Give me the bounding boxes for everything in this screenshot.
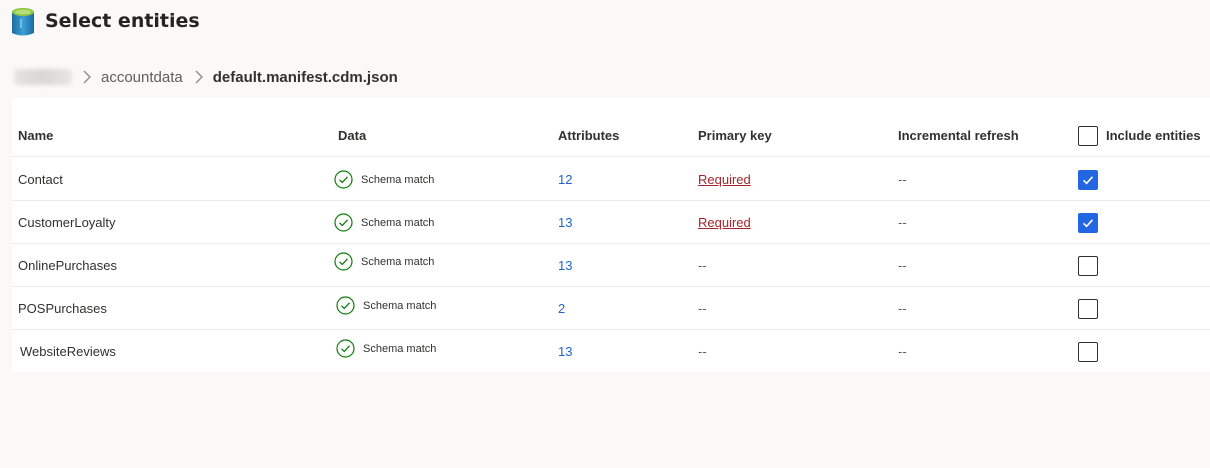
check-circle-icon: [334, 252, 353, 271]
chevron-right-icon: [194, 70, 204, 84]
entity-name: Contact: [18, 172, 63, 187]
include-entity-checkbox[interactable]: [1078, 255, 1098, 276]
include-entity-cell: [1078, 330, 1098, 373]
include-entity-cell: [1078, 201, 1098, 244]
column-header-attributes[interactable]: Attributes: [558, 114, 619, 157]
entity-name: WebsiteReviews: [20, 344, 116, 359]
table-row: Contact Schema match 12 Required --: [12, 158, 1210, 201]
column-header-name[interactable]: Name: [18, 114, 53, 157]
breadcrumb: accountdata default.manifest.cdm.json: [14, 64, 398, 90]
incremental-refresh-value: --: [898, 301, 907, 316]
table-header-row: Name Data Attributes Primary key Increme…: [12, 114, 1210, 157]
column-header-data[interactable]: Data: [338, 114, 366, 157]
include-entity-cell: [1078, 158, 1098, 201]
page-title: Select entities: [45, 10, 200, 32]
primary-key-required-link[interactable]: Required: [698, 201, 751, 244]
attributes-link[interactable]: 13: [558, 244, 572, 287]
attributes-link[interactable]: 2: [558, 287, 565, 330]
breadcrumb-item-redacted[interactable]: [14, 69, 72, 85]
include-entity-checkbox[interactable]: [1078, 169, 1098, 190]
incremental-refresh-value: --: [898, 344, 907, 359]
data-status: Schema match: [336, 284, 436, 327]
column-header-incremental-refresh[interactable]: Incremental refresh: [898, 114, 1019, 157]
entity-name: OnlinePurchases: [18, 258, 117, 273]
database-icon: [10, 7, 36, 37]
entity-name: POSPurchases: [18, 301, 107, 316]
chevron-right-icon: [82, 70, 92, 84]
data-status: Schema match: [334, 240, 434, 283]
attributes-link[interactable]: 12: [558, 158, 572, 201]
include-entity-checkbox[interactable]: [1078, 298, 1098, 319]
column-header-include-entities: Include entities: [1078, 114, 1201, 157]
incremental-refresh-value: --: [898, 258, 907, 273]
include-entity-checkbox[interactable]: [1078, 212, 1098, 233]
table-row: CustomerLoyalty Schema match 13 Required…: [12, 201, 1210, 244]
page-header: Select entities: [0, 0, 1210, 44]
schema-status-text: Schema match: [363, 299, 437, 312]
table-row: POSPurchases Schema match 2 -- --: [12, 287, 1210, 330]
include-entity-checkbox[interactable]: [1078, 341, 1098, 362]
checkmark-icon: [1082, 218, 1094, 227]
incremental-refresh-value: --: [898, 172, 907, 187]
breadcrumb-item-accountdata[interactable]: accountdata: [101, 69, 183, 86]
attributes-link[interactable]: 13: [558, 330, 572, 373]
primary-key-value: --: [698, 258, 707, 273]
attributes-link[interactable]: 13: [558, 201, 572, 244]
include-entity-cell: [1078, 287, 1098, 330]
entity-name: CustomerLoyalty: [18, 215, 116, 230]
primary-key-required-link[interactable]: Required: [698, 158, 751, 201]
check-circle-icon: [336, 339, 355, 358]
schema-status-text: Schema match: [363, 342, 437, 355]
primary-key-value: --: [698, 301, 707, 316]
schema-status-text: Schema match: [361, 216, 435, 229]
column-header-primary-key[interactable]: Primary key: [698, 114, 772, 157]
table-row: WebsiteReviews Schema match 13 -- --: [12, 330, 1210, 373]
row-divider: [12, 156, 1210, 157]
include-entities-label: Include entities: [1106, 128, 1201, 143]
incremental-refresh-value: --: [898, 215, 907, 230]
schema-status-text: Schema match: [361, 255, 435, 268]
data-status: Schema match: [334, 201, 434, 244]
data-status: Schema match: [336, 327, 436, 370]
check-circle-icon: [334, 170, 353, 189]
check-circle-icon: [336, 296, 355, 315]
table-row: OnlinePurchases Schema match 13 -- --: [12, 244, 1210, 287]
checkmark-icon: [1082, 175, 1094, 184]
include-entity-cell: [1078, 244, 1098, 287]
check-circle-icon: [334, 213, 353, 232]
breadcrumb-current: default.manifest.cdm.json: [212, 68, 398, 86]
primary-key-value: --: [698, 344, 707, 359]
data-status: Schema match: [334, 158, 434, 201]
schema-status-text: Schema match: [361, 173, 435, 186]
entities-table: Name Data Attributes Primary key Increme…: [12, 98, 1210, 372]
select-all-checkbox[interactable]: [1078, 125, 1098, 146]
